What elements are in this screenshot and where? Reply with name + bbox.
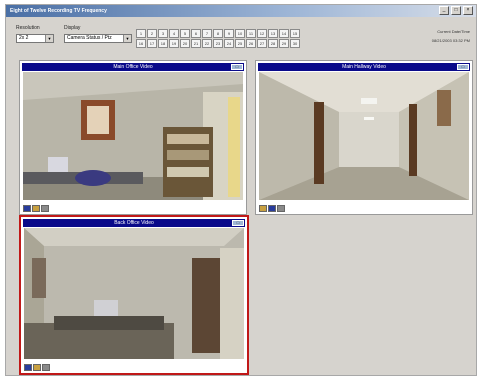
window-title: Eight of Twelve Recording TV Frequency [10,8,107,14]
camera-selector-grid: 1 2 3 4 5 6 7 8 9 10 11 12 13 14 15 16 17 18 19 20 21 22 23 24 2… [136,29,300,48]
settings-icon[interactable] [41,205,49,212]
close-button[interactable]: × [463,6,473,15]
hallway-camera-image [259,72,469,200]
camera-icon[interactable] [259,205,267,212]
camera-icon[interactable] [24,364,32,371]
record-icon[interactable] [268,205,276,212]
camera-select-button[interactable]: 25 [235,39,245,48]
clock-value: 08/21/2003 03:32 PM [431,38,470,43]
resolution-value: 2x 2 [19,35,29,41]
video-feed[interactable] [23,72,243,200]
panel-toolbar [23,205,49,212]
video-feed[interactable] [24,228,244,359]
camera-select-button[interactable]: 3 [158,29,168,38]
camera-select-button[interactable]: 1 [136,29,146,38]
back-office-camera-image [24,228,244,359]
clock-label: Current Date/Time [437,29,470,34]
panel-title-bar[interactable]: Main Office Video □ [22,63,244,71]
camera-select-button[interactable]: 12 [257,29,267,38]
camera-select-button[interactable]: 19 [169,39,179,48]
display-select[interactable]: Camera Status / Ptz ▼ [64,34,132,43]
camera-select-button[interactable]: 26 [246,39,256,48]
settings-icon[interactable] [277,205,285,212]
camera-select-button[interactable]: 24 [224,39,234,48]
office-camera-image [23,72,243,200]
record-icon[interactable] [33,364,41,371]
camera-select-button[interactable]: 27 [257,39,267,48]
camera-select-button[interactable]: 10 [235,29,245,38]
minimize-button[interactable]: _ [439,6,449,15]
camera-select-button[interactable]: 13 [268,29,278,38]
camera-select-button[interactable]: 16 [136,39,146,48]
camera-select-button[interactable]: 7 [202,29,212,38]
panel-toolbar [259,205,285,212]
video-panel-back-office[interactable]: Back Office Video □ [19,215,249,375]
chevron-down-icon[interactable]: ▼ [45,35,53,42]
maximize-panel-button[interactable]: □ [231,64,243,70]
camera-select-button[interactable]: 28 [268,39,278,48]
display-value: Camera Status / Ptz [67,35,112,41]
window-controls: _ □ × [439,6,473,15]
camera-select-button[interactable]: 6 [191,29,201,38]
panel-title-bar[interactable]: Main Hallway Video □ [258,63,470,71]
title-bar[interactable]: Eight of Twelve Recording TV Frequency _… [6,5,476,17]
camera-select-button[interactable]: 8 [213,29,223,38]
camera-select-button[interactable]: 5 [180,29,190,38]
camera-select-button[interactable]: 15 [290,29,300,38]
record-icon[interactable] [32,205,40,212]
display-label: Display [64,25,81,31]
panel-title-bar[interactable]: Back Office Video □ [23,219,245,227]
settings-icon[interactable] [42,364,50,371]
camera-select-button[interactable]: 30 [290,39,300,48]
panel-title: Back Office Video [114,220,154,226]
camera-select-button[interactable]: 14 [279,29,289,38]
camera-select-button[interactable]: 21 [191,39,201,48]
camera-icon[interactable] [23,205,31,212]
camera-select-button[interactable]: 22 [202,39,212,48]
maximize-panel-button[interactable]: □ [457,64,469,70]
resolution-label: Resolution [16,25,40,31]
chevron-down-icon[interactable]: ▼ [123,35,131,42]
camera-select-button[interactable]: 17 [147,39,157,48]
panel-title: Main Office Video [113,64,153,70]
video-panel-main-hallway[interactable]: Main Hallway Video □ [255,60,473,215]
camera-select-button[interactable]: 18 [158,39,168,48]
camera-select-button[interactable]: 9 [224,29,234,38]
app-window: Eight of Twelve Recording TV Frequency _… [5,4,477,376]
panel-toolbar [24,364,50,371]
camera-select-button[interactable]: 23 [213,39,223,48]
video-panel-main-office[interactable]: Main Office Video □ [19,60,247,215]
maximize-panel-button[interactable]: □ [232,220,244,226]
camera-select-button[interactable]: 11 [246,29,256,38]
panel-title: Main Hallway Video [342,64,386,70]
camera-select-button[interactable]: 29 [279,39,289,48]
maximize-button[interactable]: □ [451,6,461,15]
resolution-select[interactable]: 2x 2 ▼ [16,34,54,43]
video-feed[interactable] [259,72,469,200]
camera-select-button[interactable]: 20 [180,39,190,48]
camera-select-button[interactable]: 2 [147,29,157,38]
camera-select-button[interactable]: 4 [169,29,179,38]
